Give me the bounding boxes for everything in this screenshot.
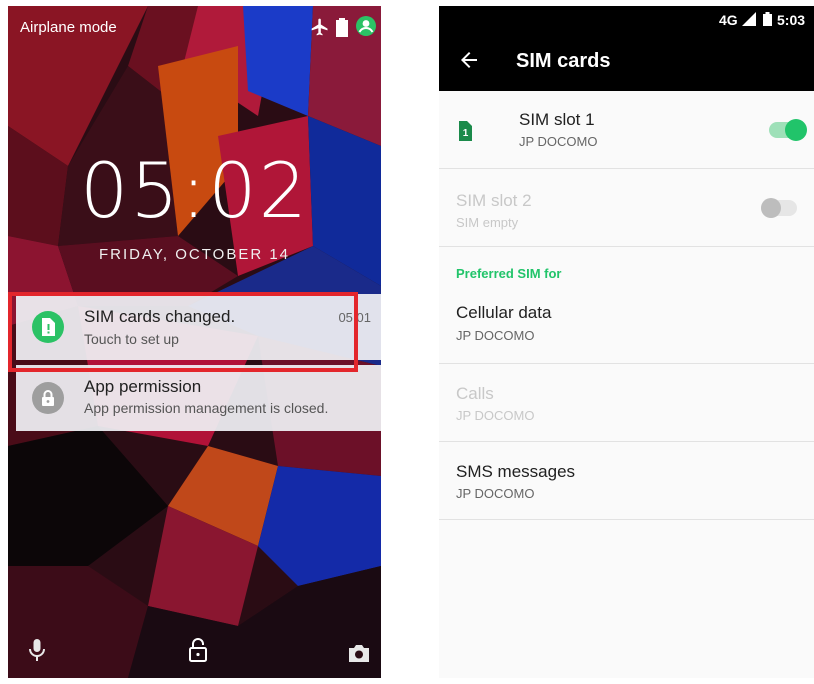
sim-slot-1-toggle[interactable] <box>769 119 807 141</box>
sim-settings-screen: 4G 5:03 SIM cards 1 SIM slot 1 JP DOCOMO… <box>439 6 814 678</box>
notification-app-permission[interactable]: App permission App permission management… <box>16 365 381 431</box>
airplane-mode-label: Airplane mode <box>20 19 117 36</box>
signal-icon <box>742 12 756 31</box>
lockscreen-status-bar: Airplane mode <box>8 6 381 50</box>
pref-value: JP DOCOMO <box>456 328 535 343</box>
sim-slot-carrier: SIM empty <box>456 215 519 230</box>
battery-icon <box>763 12 772 31</box>
battery-icon <box>336 18 348 42</box>
user-account-icon[interactable] <box>355 15 377 42</box>
toggle-knob <box>785 119 807 141</box>
sim-slot-2-row: SIM slot 2 SIM empty <box>439 169 814 247</box>
unlock-icon[interactable] <box>188 637 208 668</box>
lock-screen: Airplane mode 05:02 FRIDAY, OCTOBER 14 S… <box>8 6 381 678</box>
toggle-knob <box>761 198 781 218</box>
pref-label: SMS messages <box>456 462 576 481</box>
airplane-icon <box>310 17 330 42</box>
sim-slot-1-row[interactable]: 1 SIM slot 1 JP DOCOMO <box>439 91 814 169</box>
notification-title: App permission <box>84 377 202 396</box>
sim-slot-2-toggle <box>761 198 797 218</box>
camera-icon[interactable] <box>348 643 370 668</box>
pref-sms-row[interactable]: SMS messages JP DOCOMO <box>439 442 814 520</box>
pref-value: JP DOCOMO <box>456 486 535 501</box>
settings-status-bar: 4G 5:03 <box>439 6 814 34</box>
sim-slot-carrier: JP DOCOMO <box>519 134 598 149</box>
highlight-box <box>8 292 358 372</box>
app-bar: SIM cards <box>439 34 814 91</box>
page-title: SIM cards <box>516 50 611 72</box>
notification-text: App permission management is closed. <box>84 400 329 416</box>
sim-card-icon: 1 <box>456 121 472 146</box>
microphone-icon[interactable] <box>28 637 46 668</box>
back-arrow-icon[interactable] <box>457 48 481 72</box>
status-time: 5:03 <box>777 12 806 28</box>
svg-text:1: 1 <box>463 128 469 139</box>
lock-icon <box>32 382 64 414</box>
network-type-label: 4G <box>719 12 738 28</box>
lockscreen-date: FRIDAY, OCTOBER 14 <box>98 246 291 263</box>
pref-calls-row: Calls JP DOCOMO <box>439 364 814 442</box>
pref-label: Calls <box>456 384 494 403</box>
pref-cellular-data-row[interactable]: Cellular data JP DOCOMO <box>439 288 814 364</box>
section-header: Preferred SIM for <box>456 266 562 281</box>
pref-label: Cellular data <box>456 303 552 322</box>
sim-slot-label: SIM slot 2 <box>456 191 532 210</box>
pref-value: JP DOCOMO <box>456 408 535 423</box>
lockscreen-clock: 05:02 <box>79 146 310 235</box>
sim-slot-label: SIM slot 1 <box>519 110 595 129</box>
